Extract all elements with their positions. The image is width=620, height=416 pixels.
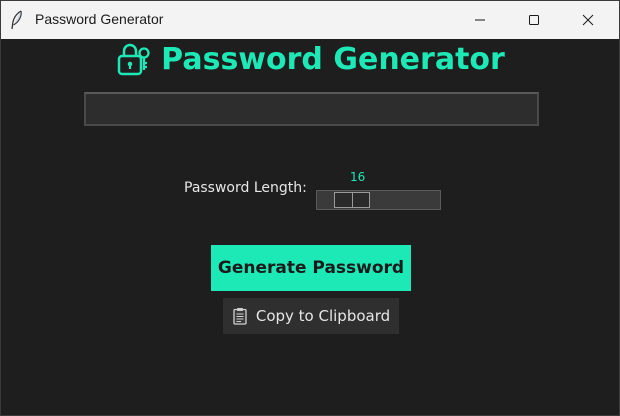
password-length-value: 16 — [350, 170, 366, 184]
app-window: Password Generator Password Generator Pa… — [0, 0, 620, 416]
copy-button-label: Copy to Clipboard — [255, 307, 391, 325]
minimize-icon — [475, 19, 485, 21]
clipboard-icon — [233, 308, 247, 325]
slider-handle[interactable] — [334, 192, 370, 208]
close-button[interactable] — [565, 1, 611, 39]
password-length-label: Password Length: — [184, 180, 307, 196]
page-heading: Password Generator — [1, 39, 619, 79]
page-title: Password Generator — [161, 41, 505, 77]
title-bar[interactable]: Password Generator — [1, 1, 619, 39]
password-output-field[interactable] — [84, 92, 539, 126]
feather-icon — [11, 10, 22, 30]
close-icon — [582, 14, 594, 26]
copy-to-clipboard-button[interactable]: Copy to Clipboard — [223, 298, 399, 334]
generate-password-button[interactable]: Generate Password — [211, 245, 411, 291]
minimize-button[interactable] — [457, 1, 503, 39]
maximize-icon — [529, 15, 539, 25]
window-title: Password Generator — [35, 11, 164, 27]
password-length-slider[interactable] — [316, 190, 441, 210]
lock-icon — [117, 43, 150, 76]
maximize-button[interactable] — [511, 1, 557, 39]
